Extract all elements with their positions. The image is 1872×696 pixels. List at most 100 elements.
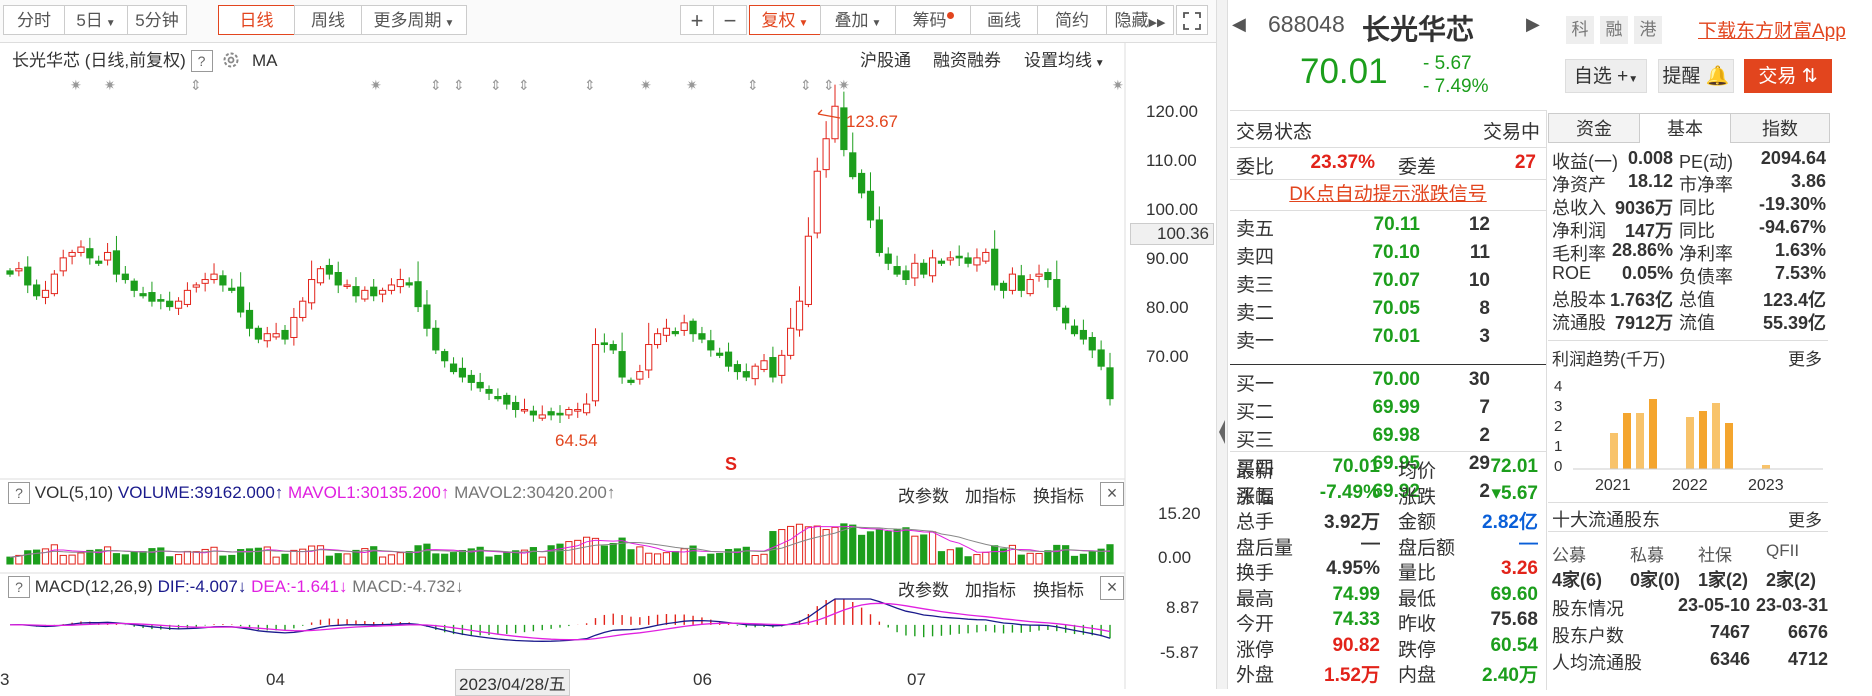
collapse-arrow-icon[interactable]	[1219, 420, 1225, 444]
candle	[414, 281, 422, 308]
profit-more-link[interactable]: 更多	[1788, 345, 1822, 370]
alert-button[interactable]: 提醒 🔔	[1658, 59, 1734, 93]
volume-bar	[1070, 555, 1079, 565]
candle	[130, 280, 138, 291]
event-marker-icon[interactable]: ⇕	[584, 78, 596, 94]
restore-rights-button[interactable]: 复权 ▼	[749, 5, 821, 35]
quote-label: 最低	[1398, 588, 1437, 610]
candle	[769, 357, 777, 378]
event-marker-icon[interactable]: ✷	[104, 78, 116, 94]
event-marker-icon[interactable]: ✷	[370, 78, 382, 94]
macd-close-icon[interactable]: ×	[1100, 576, 1124, 600]
bid-price[interactable]: 70.00	[1320, 369, 1420, 391]
candle	[370, 286, 378, 297]
help-icon[interactable]: ?	[8, 576, 30, 598]
download-app-link[interactable]: 下载东方财富App	[1698, 16, 1846, 43]
fund-value: 7.53%	[1774, 263, 1826, 283]
dk-signal-link[interactable]: DK点自动提示涨跌信号	[1230, 179, 1546, 211]
dea-line	[9, 602, 1111, 641]
macd-switch-indicator[interactable]: 换指标	[1033, 576, 1084, 601]
volume-bar	[955, 547, 963, 565]
tab-basic[interactable]: 基本	[1639, 113, 1731, 143]
event-marker-icon[interactable]: ⇕	[190, 78, 202, 94]
ask-price[interactable]: 70.11	[1320, 214, 1421, 236]
volume-bar	[228, 554, 236, 565]
volume-bar	[370, 546, 378, 565]
volume-bar	[884, 530, 892, 565]
bid-price[interactable]: 69.98	[1320, 425, 1420, 447]
volume-bar	[378, 556, 387, 565]
add-watchlist-button[interactable]: 自选 +▼	[1565, 59, 1647, 93]
help-icon[interactable]: ?	[8, 482, 30, 504]
vol-edit-params[interactable]: 改参数	[898, 482, 949, 507]
vol-switch-indicator[interactable]: 换指标	[1033, 482, 1084, 507]
bid-price[interactable]: 69.99	[1320, 397, 1420, 419]
volume-bar	[893, 529, 901, 565]
event-marker-icon[interactable]: ⇕	[823, 78, 835, 94]
zoom-in-button[interactable]: +	[680, 5, 714, 35]
period-tab-5min[interactable]: 5分钟	[127, 5, 187, 35]
period-tab-timeshare[interactable]: 分时	[3, 5, 65, 35]
prev-stock-icon[interactable]: ◀	[1232, 14, 1246, 35]
event-marker-icon[interactable]: ✷	[686, 78, 698, 94]
volume-bar	[928, 531, 937, 565]
overlay-button[interactable]: 叠加 ▼	[820, 5, 896, 35]
wb-value: 23.37%	[1310, 152, 1375, 173]
volume-bar	[432, 553, 440, 565]
holders-more-link[interactable]: 更多	[1788, 506, 1822, 531]
simple-mode-button[interactable]: 简约	[1037, 5, 1107, 35]
volume-bar	[911, 535, 919, 565]
profit-year: 2023	[1748, 477, 1784, 494]
macd-ybottom: -5.87	[1160, 643, 1199, 662]
tag-margin[interactable]: 融	[1600, 16, 1628, 44]
event-marker-icon[interactable]: ⇕	[430, 78, 442, 94]
ask-price[interactable]: 70.10	[1320, 242, 1420, 264]
candle	[308, 279, 316, 304]
period-tab-daily[interactable]: 日线	[218, 5, 295, 35]
fullscreen-button[interactable]	[1176, 5, 1208, 35]
ask-price[interactable]: 70.07	[1320, 270, 1420, 292]
event-marker-icon[interactable]: ⇕	[453, 78, 465, 94]
profit-year: 2022	[1672, 477, 1708, 494]
period-tab-more[interactable]: 更多周期 ▼	[361, 5, 467, 35]
volume-bar	[866, 531, 875, 565]
panel-splitter[interactable]	[1216, 0, 1228, 689]
vol-add-indicator[interactable]: 加指标	[965, 482, 1016, 507]
draw-line-button[interactable]: 画线	[970, 5, 1038, 35]
trade-button[interactable]: 交易 ⇅	[1744, 59, 1832, 93]
event-marker-icon[interactable]: ✷	[1112, 78, 1124, 94]
volume-bar	[1106, 544, 1114, 565]
period-tab-5day[interactable]: 5日 ▼	[64, 5, 128, 35]
event-marker-icon[interactable]: ⇕	[747, 78, 759, 94]
event-marker-icon[interactable]: ⇕	[518, 78, 530, 94]
event-marker-icon[interactable]: ⇕	[800, 78, 812, 94]
ask-price[interactable]: 70.05	[1320, 298, 1420, 320]
macd-edit-params[interactable]: 改参数	[898, 576, 949, 601]
macd-add-indicator[interactable]: 加指标	[965, 576, 1016, 601]
candle	[778, 354, 786, 376]
volume-bar	[121, 554, 129, 565]
macd-ytop: 8.87	[1166, 598, 1200, 617]
hide-button[interactable]: 隐藏▶▶	[1106, 5, 1174, 35]
vol-ytop: 15.20	[1158, 504, 1201, 523]
event-marker-icon[interactable]: ✷	[838, 78, 850, 94]
event-marker-icon[interactable]: ⇕	[490, 78, 502, 94]
tab-funds[interactable]: 资金	[1548, 113, 1640, 143]
tab-index[interactable]: 指数	[1730, 113, 1830, 143]
period-tab-weekly[interactable]: 周线	[294, 5, 362, 35]
holder-row-value: 6346	[1709, 649, 1750, 669]
event-marker-icon[interactable]: ✷	[640, 78, 652, 94]
candle	[618, 351, 626, 378]
quote-value: —	[1361, 532, 1380, 554]
next-stock-icon[interactable]: ▶	[1526, 14, 1540, 35]
vol-close-icon[interactable]: ×	[1100, 482, 1124, 506]
tag-star-board[interactable]: 科	[1566, 16, 1594, 44]
quote-label: 量比	[1398, 563, 1437, 584]
zoom-out-button[interactable]: −	[713, 5, 747, 35]
chips-button[interactable]: 筹码	[895, 5, 971, 35]
event-marker-icon[interactable]: ✷	[70, 78, 82, 94]
holder-row-value: 4712	[1787, 649, 1828, 669]
volume-bar	[441, 553, 449, 565]
ask-price[interactable]: 70.01	[1320, 326, 1420, 348]
tag-hk-connect[interactable]: 港	[1634, 16, 1662, 44]
